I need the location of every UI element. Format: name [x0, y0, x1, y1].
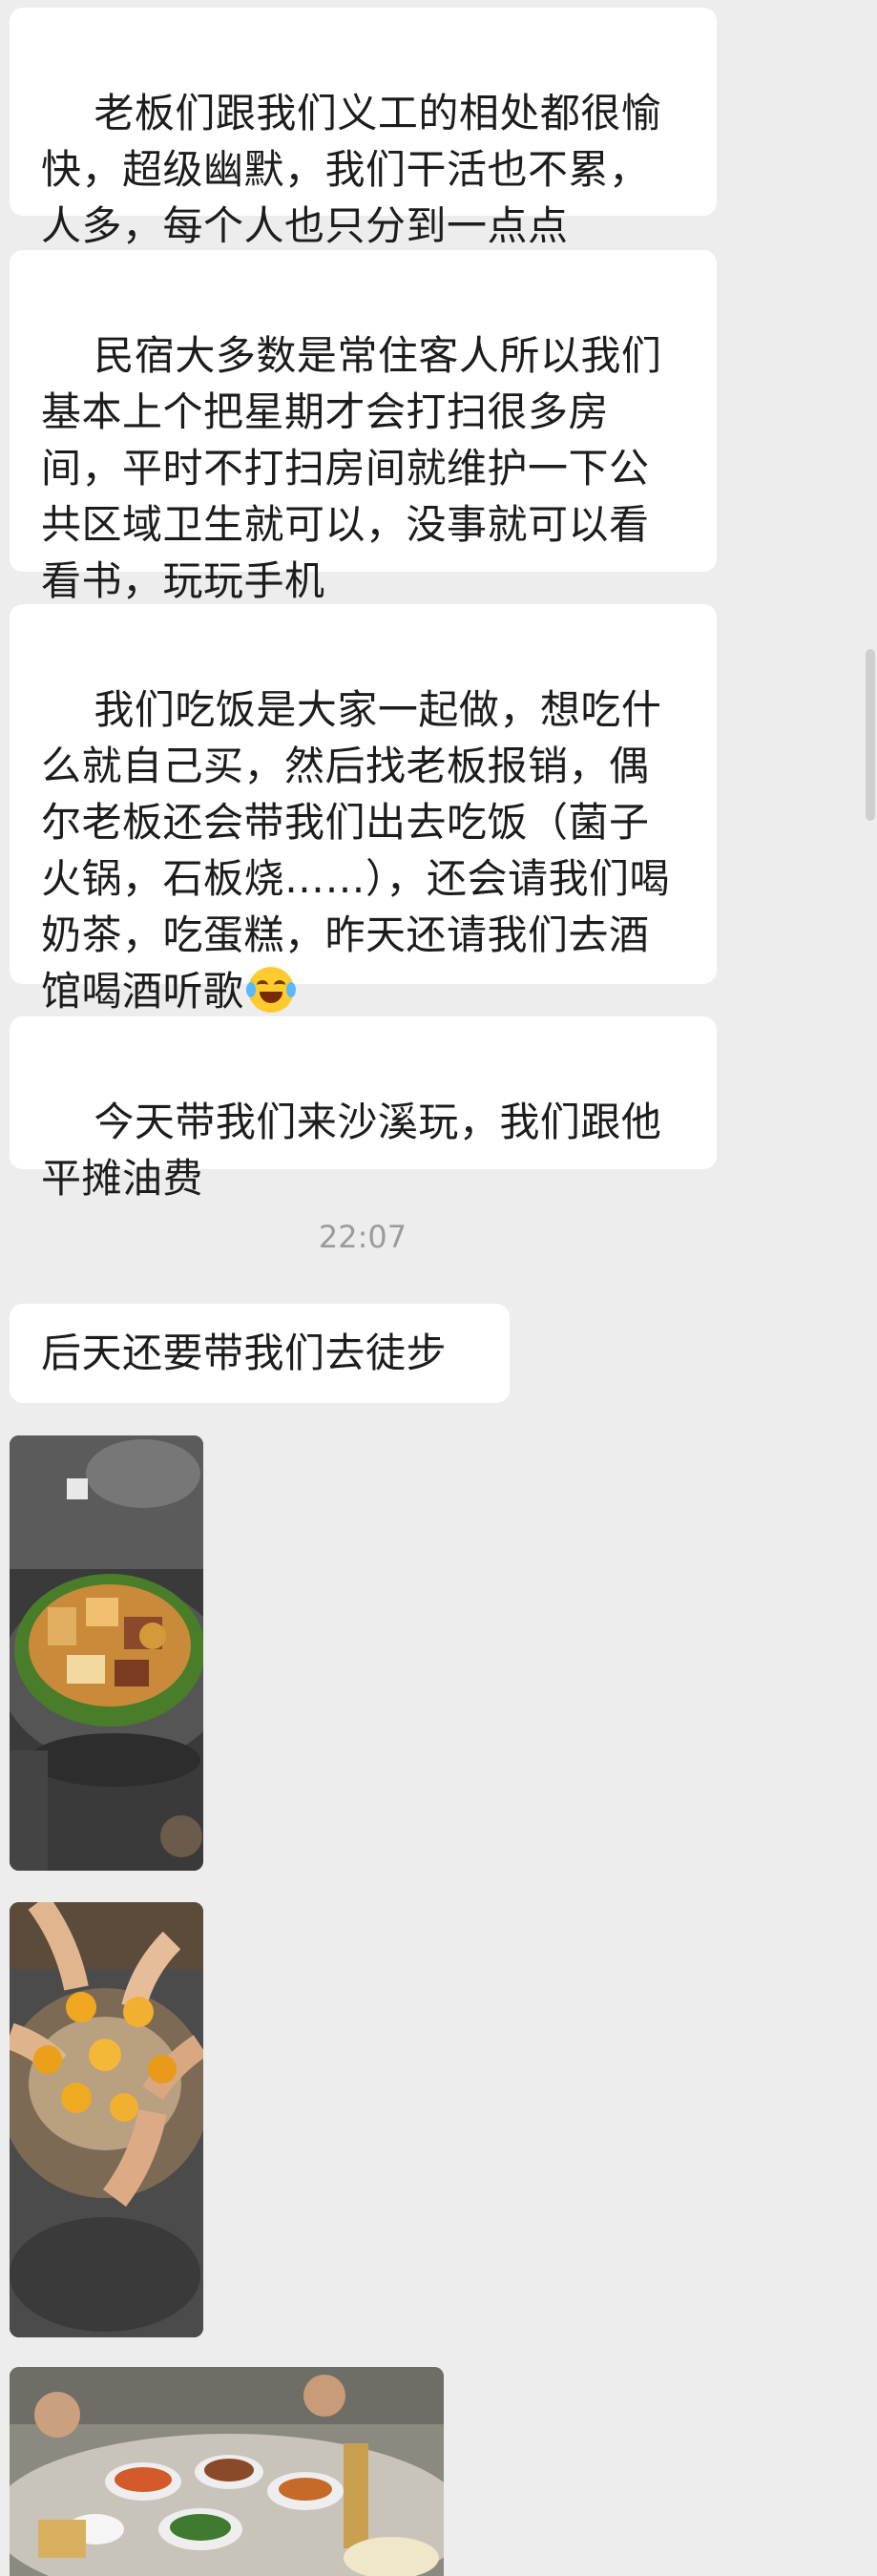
message-text: 老板们跟我们义工的相处都很愉快，超级幽默，我们干活也不累，人多，每个人也只分到一…	[41, 90, 662, 249]
scrollbar[interactable]	[866, 649, 875, 821]
message-bubble[interactable]: 今天带我们来沙溪玩，我们跟他平摊油费	[10, 1016, 717, 1202]
tears-of-joy-emoji-icon	[245, 967, 296, 1013]
dinner-table-image	[10, 2367, 444, 2576]
toast-photo[interactable]	[10, 1902, 203, 2337]
message-bubble[interactable]: 我们吃饭是大家一起做，想吃什么就自己买，然后找老板报销，偶尔老板还会带我们出去吃…	[10, 604, 717, 1015]
message-bubble[interactable]: 老板们跟我们义工的相处都很愉快，超级幽默，我们干活也不累，人多，每个人也只分到一…	[10, 8, 717, 249]
toast-image	[10, 1902, 203, 2337]
hotpot-image	[10, 1435, 203, 1871]
message-text: 今天带我们来沙溪玩，我们跟他平摊油费	[41, 1099, 662, 1202]
timestamp: 22:07	[318, 1219, 407, 1255]
message-text: 我们吃饭是大家一起做，想吃什么就自己买，然后找老板报销，偶尔老板还会带我们出去吃…	[41, 686, 671, 1015]
message-text: 后天还要带我们去徒步	[41, 1330, 448, 1376]
message-text: 民宿大多数是常住客人所以我们基本上个把星期才会打扫很多房间，平时不打扫房间就维护…	[41, 332, 662, 604]
chat-thread: 老板们跟我们义工的相处都很愉快，超级幽默，我们干活也不累，人多，每个人也只分到一…	[0, 0, 877, 2576]
hotpot-photo[interactable]	[10, 1435, 203, 1871]
dinner-table-photo[interactable]	[10, 2367, 444, 2576]
message-bubble[interactable]: 民宿大多数是常住客人所以我们基本上个把星期才会打扫很多房间，平时不打扫房间就维护…	[10, 250, 717, 604]
message-bubble[interactable]: 后天还要带我们去徒步	[10, 1304, 510, 1403]
